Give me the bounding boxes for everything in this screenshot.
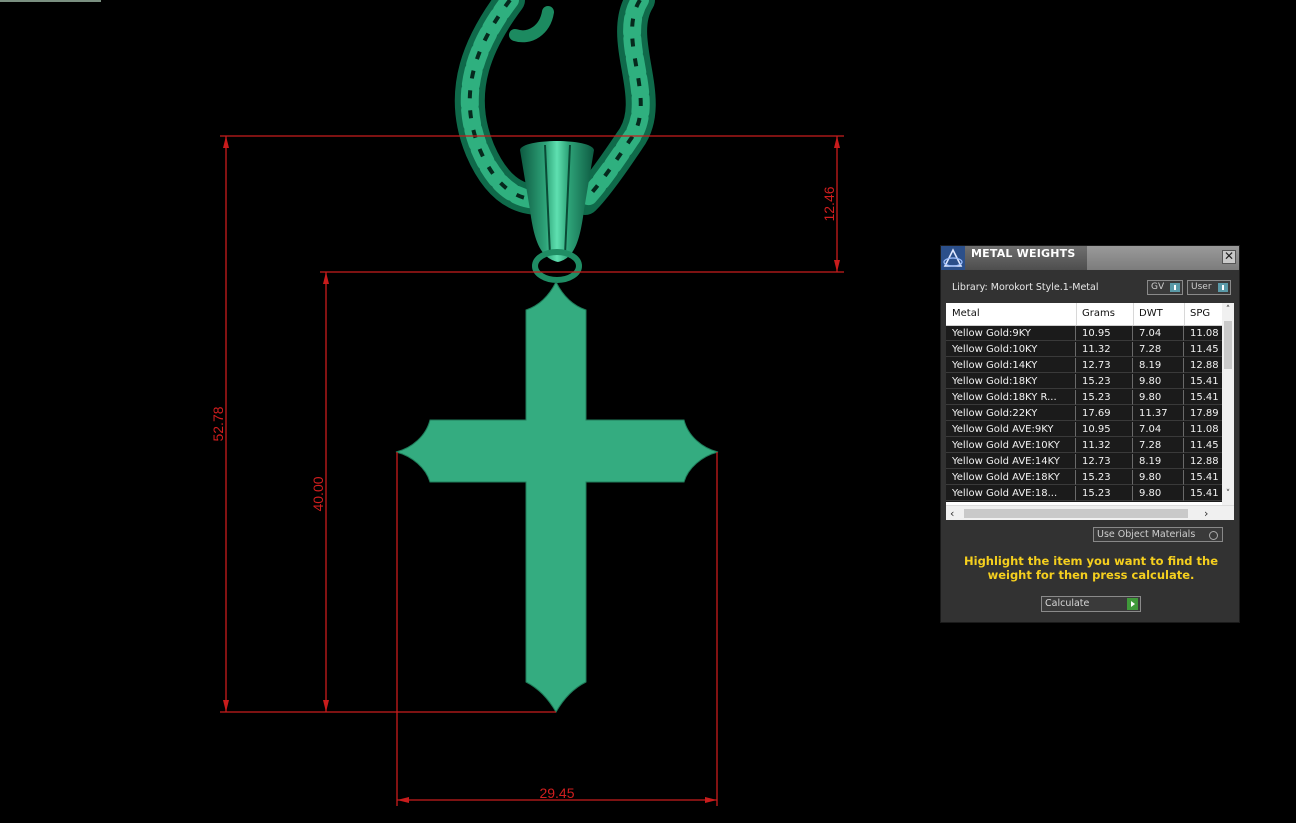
use-object-materials-label: Use Object Materials (1097, 529, 1196, 540)
calculate-button[interactable]: Calculate (1041, 596, 1141, 612)
hint-text: Highlight the item you want to find the … (964, 554, 1218, 582)
cell-grams: 11.32 (1076, 342, 1133, 357)
cell-dwt: 9.80 (1133, 390, 1184, 405)
user-toggle-label: User (1191, 282, 1212, 292)
table-row[interactable]: Yellow Gold AVE:18KY 15.23 9.80 15.41 (946, 470, 1222, 486)
cell-grams: 15.23 (1076, 486, 1133, 501)
user-toggle[interactable]: User (1187, 280, 1231, 295)
cell-spg: 11.45 (1184, 438, 1222, 453)
cell-dwt: 7.04 (1133, 422, 1184, 437)
calculate-label: Calculate (1045, 598, 1090, 609)
cell-spg: 15.41 (1184, 470, 1222, 485)
cell-metal: Yellow Gold:14KY (946, 358, 1076, 373)
use-object-materials-toggle[interactable]: Use Object Materials (1093, 527, 1223, 542)
cell-metal: Yellow Gold:18KY R... (946, 390, 1076, 405)
column-header-spg[interactable]: SPG (1190, 308, 1210, 319)
cell-spg: 15.41 (1184, 486, 1222, 501)
horizontal-scroll-thumb[interactable] (964, 509, 1188, 518)
table-row[interactable]: Yellow Gold:18KY 15.23 9.80 15.41 (946, 374, 1222, 390)
scroll-right-icon[interactable]: › (1204, 507, 1208, 520)
cell-metal: Yellow Gold:9KY (946, 326, 1076, 341)
panel-title: METAL WEIGHTS (971, 247, 1076, 260)
cell-spg: 11.45 (1184, 342, 1222, 357)
table-row[interactable]: Yellow Gold AVE:14KY 12.73 8.19 12.88 (946, 454, 1222, 470)
cell-metal: Yellow Gold AVE:18KY (946, 470, 1076, 485)
dim-label-total: 52.78 (210, 406, 226, 441)
table-header: Metal Grams DWT SPG (946, 303, 1222, 326)
scroll-up-icon[interactable]: ˄ (1222, 305, 1234, 315)
cell-spg: 17.89 (1184, 406, 1222, 421)
gv-toggle-label: GV (1151, 282, 1165, 292)
column-header-metal[interactable]: Metal (952, 308, 980, 319)
cell-metal: Yellow Gold:10KY (946, 342, 1076, 357)
radio-icon (1209, 531, 1218, 540)
cell-spg: 15.41 (1184, 390, 1222, 405)
user-toggle-indicator-icon (1218, 283, 1228, 292)
cell-metal: Yellow Gold AVE:9KY (946, 422, 1076, 437)
play-arrow-icon (1127, 598, 1138, 610)
cell-grams: 10.95 (1076, 422, 1133, 437)
cell-dwt: 7.28 (1133, 342, 1184, 357)
metal-weights-panel: METAL WEIGHTS ✕ Library: Morokort Style.… (940, 245, 1240, 623)
cell-spg: 15.41 (1184, 374, 1222, 389)
cell-grams: 15.23 (1076, 390, 1133, 405)
gv-toggle[interactable]: GV (1147, 280, 1183, 295)
cell-dwt: 7.28 (1133, 438, 1184, 453)
gv-toggle-indicator-icon (1170, 283, 1180, 292)
table-row[interactable]: Yellow Gold:10KY 11.32 7.28 11.45 (946, 342, 1222, 358)
vertical-scrollbar[interactable]: ˄ ˅ (1222, 303, 1234, 505)
table-row[interactable]: Yellow Gold:18KY R... 15.23 9.80 15.41 (946, 390, 1222, 406)
cell-metal: Yellow Gold:18KY (946, 374, 1076, 389)
table-row[interactable]: Yellow Gold AVE:9KY 10.95 7.04 11.08 (946, 422, 1222, 438)
table-row[interactable]: Yellow Gold AVE:10KY 11.32 7.28 11.45 (946, 438, 1222, 454)
cell-spg: 12.88 (1184, 358, 1222, 373)
cell-grams: 11.32 (1076, 438, 1133, 453)
table-row[interactable]: Yellow Gold:22KY 17.69 11.37 17.89 (946, 406, 1222, 422)
cell-dwt: 9.80 (1133, 374, 1184, 389)
dim-label-bail: 12.46 (821, 186, 837, 221)
cell-metal: Yellow Gold AVE:14KY (946, 454, 1076, 469)
table-row[interactable]: Yellow Gold:14KY 12.73 8.19 12.88 (946, 358, 1222, 374)
scroll-left-icon[interactable]: ‹ (950, 507, 954, 520)
vertical-scroll-thumb[interactable] (1224, 321, 1232, 369)
cell-dwt: 8.19 (1133, 454, 1184, 469)
cell-grams: 12.73 (1076, 454, 1133, 469)
cell-dwt: 8.19 (1133, 358, 1184, 373)
dim-label-width: 29.45 (539, 785, 574, 801)
cell-grams: 10.95 (1076, 326, 1133, 341)
cell-dwt: 11.37 (1133, 406, 1184, 421)
cell-metal: Yellow Gold AVE:10KY (946, 438, 1076, 453)
cell-spg: 11.08 (1184, 326, 1222, 341)
close-button[interactable]: ✕ (1222, 250, 1236, 264)
library-label: Library: Morokort Style.1-Metal (952, 282, 1099, 293)
matrix-logo-icon (941, 246, 965, 270)
cell-grams: 12.73 (1076, 358, 1133, 373)
cross-pendant (395, 280, 719, 714)
table-rows: Yellow Gold:9KY 10.95 7.04 11.08 Yellow Gold… (946, 326, 1222, 502)
dim-label-cross: 40.00 (310, 476, 326, 511)
cell-metal: Yellow Gold:22KY (946, 406, 1076, 421)
cell-dwt: 9.80 (1133, 470, 1184, 485)
cell-spg: 12.88 (1184, 454, 1222, 469)
panel-titlebar[interactable]: METAL WEIGHTS ✕ (941, 246, 1239, 270)
horizontal-scrollbar[interactable]: ‹ › (946, 505, 1234, 520)
cell-metal: Yellow Gold AVE:18... (946, 486, 1076, 501)
cell-grams: 15.23 (1076, 470, 1133, 485)
table-row[interactable]: Yellow Gold:9KY 10.95 7.04 11.08 (946, 326, 1222, 342)
metal-table[interactable]: Metal Grams DWT SPG Yellow Gold:9KY 10.95… (946, 303, 1234, 520)
cell-dwt: 7.04 (1133, 326, 1184, 341)
table-row[interactable]: Yellow Gold AVE:18... 15.23 9.80 15.41 (946, 486, 1222, 502)
cell-spg: 11.08 (1184, 422, 1222, 437)
cell-dwt: 9.80 (1133, 486, 1184, 501)
scroll-down-icon[interactable]: ˅ (1222, 489, 1234, 499)
column-header-dwt[interactable]: DWT (1139, 308, 1163, 319)
cell-grams: 15.23 (1076, 374, 1133, 389)
column-header-grams[interactable]: Grams (1082, 308, 1115, 319)
bail (520, 141, 594, 283)
cell-grams: 17.69 (1076, 406, 1133, 421)
